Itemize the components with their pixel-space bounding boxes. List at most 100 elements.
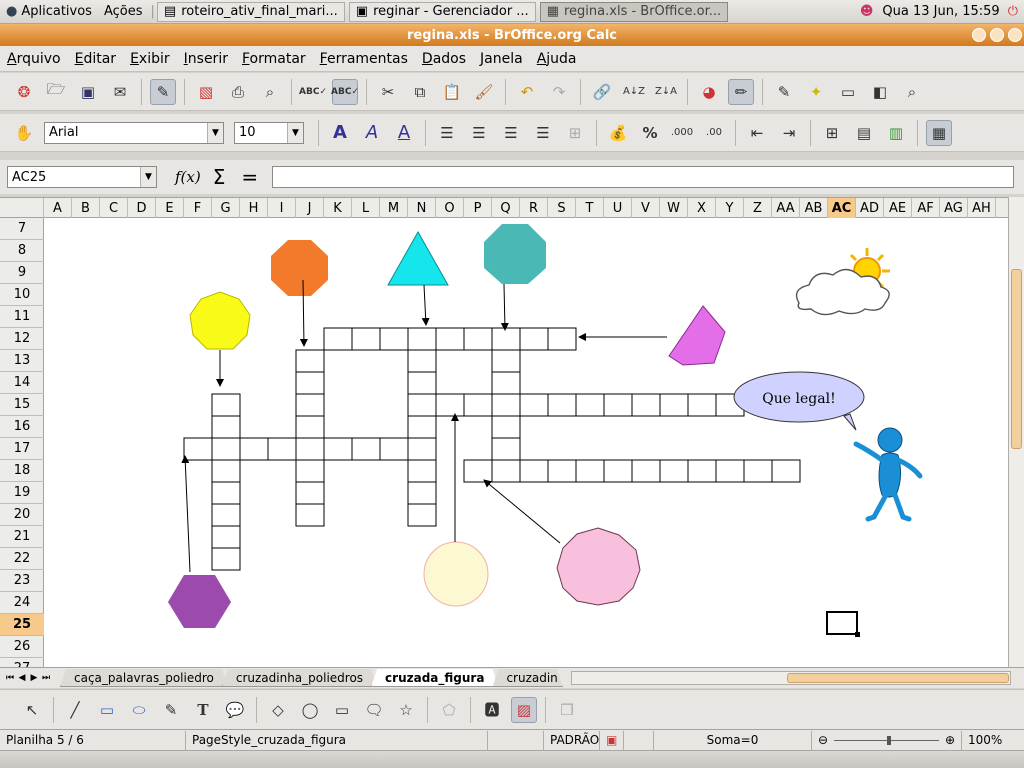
menu-formatar[interactable]: Formatar (235, 51, 313, 67)
row-header[interactable]: 13 (0, 350, 44, 372)
column-header[interactable]: Y (716, 198, 744, 218)
column-header[interactable]: L (352, 198, 380, 218)
column-header[interactable]: Z (744, 198, 772, 218)
crossword-cell[interactable] (379, 437, 409, 461)
crossword-cell[interactable] (211, 415, 241, 439)
tab-cruzada-figura[interactable]: cruzada_figura (371, 669, 498, 687)
crossword-cell[interactable] (491, 327, 521, 351)
font-name-select[interactable]: Arial ▼ (44, 121, 224, 144)
column-header[interactable]: H (240, 198, 268, 218)
sort-ascending-icon[interactable]: A↓Z (621, 79, 647, 105)
column-header[interactable]: M (380, 198, 408, 218)
menu-inserir[interactable]: Inserir (177, 51, 235, 67)
menu-ferramentas[interactable]: Ferramentas (313, 51, 415, 67)
menu-arquivo[interactable]: Arquivo (0, 51, 68, 67)
font-color-icon[interactable]: ▥ (883, 120, 909, 146)
column-header[interactable]: AD (856, 198, 884, 218)
menu-editar[interactable]: Editar (68, 51, 123, 67)
align-right-icon[interactable]: ☰ (498, 120, 524, 146)
callouts-icon[interactable]: 🗨 (361, 697, 387, 723)
crossword-cell[interactable] (407, 393, 437, 417)
increase-indent-icon[interactable]: ⇥ (776, 120, 802, 146)
row-header[interactable]: 19 (0, 482, 44, 504)
column-header[interactable]: AB (800, 198, 828, 218)
scrollbar-thumb[interactable] (786, 673, 1009, 683)
spellcheck-icon[interactable]: ABC✓ (299, 79, 327, 105)
crossword-cell[interactable] (715, 459, 745, 483)
row-header[interactable]: 17 (0, 438, 44, 460)
crossword-cell[interactable] (407, 481, 437, 505)
column-header[interactable]: O (436, 198, 464, 218)
print-icon[interactable]: ⎙ (225, 79, 251, 105)
selected-shape[interactable] (826, 611, 858, 635)
crossword-cell[interactable] (771, 459, 801, 483)
navigator-icon[interactable]: ✦ (803, 79, 829, 105)
scrollbar-thumb[interactable] (1011, 269, 1022, 449)
row-header[interactable]: 7 (0, 218, 44, 240)
row-header[interactable]: 8 (0, 240, 44, 262)
zoom-slider[interactable]: ⊖ ⊕ (812, 730, 962, 750)
open-folder-icon[interactable]: 🗁 (43, 79, 69, 105)
yellow-nonagon-shape[interactable] (189, 291, 251, 350)
column-header[interactable]: AC (828, 198, 856, 218)
row-header[interactable]: 24 (0, 592, 44, 614)
crossword-cell[interactable] (295, 503, 325, 527)
vertical-scrollbar[interactable] (1008, 197, 1024, 667)
crossword-cell[interactable] (239, 437, 269, 461)
insert-mode[interactable]: PADRÃO (544, 730, 600, 750)
row-header[interactable]: 23 (0, 570, 44, 592)
points-icon[interactable]: ⬠ (436, 697, 462, 723)
italic-icon[interactable]: A (359, 120, 385, 146)
column-header[interactable]: T (576, 198, 604, 218)
zoom-level[interactable]: 100% (962, 731, 1008, 750)
crossword-cell[interactable] (687, 459, 717, 483)
taskbar-item-gerenciador[interactable]: ▣ reginar - Gerenciador ... (348, 1, 536, 22)
freeform-icon[interactable]: ✎ (158, 697, 184, 723)
crossword-cell[interactable] (295, 349, 325, 373)
crossword-cell[interactable] (491, 437, 521, 461)
column-header[interactable]: S (548, 198, 576, 218)
crossword-cell[interactable] (491, 415, 521, 439)
row-header[interactable]: 12 (0, 328, 44, 350)
hyperlink-icon[interactable]: 🔗 (589, 79, 615, 105)
stars-icon[interactable]: ☆ (393, 697, 419, 723)
justify-icon[interactable]: ☰ (530, 120, 556, 146)
column-header[interactable]: D (128, 198, 156, 218)
crossword-grid[interactable] (183, 327, 801, 571)
spreadsheet-grid[interactable]: A B C D E F G H I J K L M N O P Q R S T U V W X Y Z AA AB AC AD AE AF AG… (0, 197, 1008, 667)
teal-octagon-shape[interactable] (484, 224, 546, 284)
menu-exibir[interactable]: Exibir (123, 51, 177, 67)
column-header[interactable]: P (464, 198, 492, 218)
taskbar-item-roteiro[interactable]: ▤ roteiro_ativ_final_mari... (156, 1, 345, 22)
crossword-cell[interactable] (407, 327, 437, 351)
tab-cruzadinha-poliedros[interactable]: cruzadinha_poliedros (222, 669, 377, 687)
crossword-cell[interactable] (491, 371, 521, 395)
sum-icon[interactable]: Σ (213, 165, 226, 189)
row-header[interactable]: 10 (0, 284, 44, 306)
crossword-cell[interactable] (659, 459, 689, 483)
cut-icon[interactable]: ✂ (375, 79, 401, 105)
crossword-cell[interactable] (295, 393, 325, 417)
crossword-cell[interactable] (267, 437, 297, 461)
minimize-button[interactable] (972, 28, 986, 42)
crossword-cell[interactable] (407, 459, 437, 483)
underline-icon[interactable]: A (391, 120, 417, 146)
crossword-cell[interactable] (211, 481, 241, 505)
row-header[interactable]: 25 (0, 614, 44, 636)
crossword-cell[interactable] (407, 349, 437, 373)
crossword-cell[interactable] (575, 459, 605, 483)
column-header[interactable]: W (660, 198, 688, 218)
tab-cruzadin[interactable]: cruzadin (492, 669, 562, 687)
crossword-cell[interactable] (211, 547, 241, 571)
selection-handle[interactable] (855, 632, 860, 637)
column-header[interactable]: K (324, 198, 352, 218)
line-icon[interactable]: ╱ (62, 697, 88, 723)
undo-icon[interactable]: ↶ (514, 79, 540, 105)
rectangle-icon[interactable]: ▭ (94, 697, 120, 723)
sun-cloud-clipart[interactable] (795, 248, 890, 316)
decrease-indent-icon[interactable]: ⇤ (744, 120, 770, 146)
crossword-cell[interactable] (463, 327, 493, 351)
crossword-cell[interactable] (295, 437, 325, 461)
find-replace-icon[interactable]: ✎ (771, 79, 797, 105)
gallery-icon[interactable]: ▭ (835, 79, 861, 105)
